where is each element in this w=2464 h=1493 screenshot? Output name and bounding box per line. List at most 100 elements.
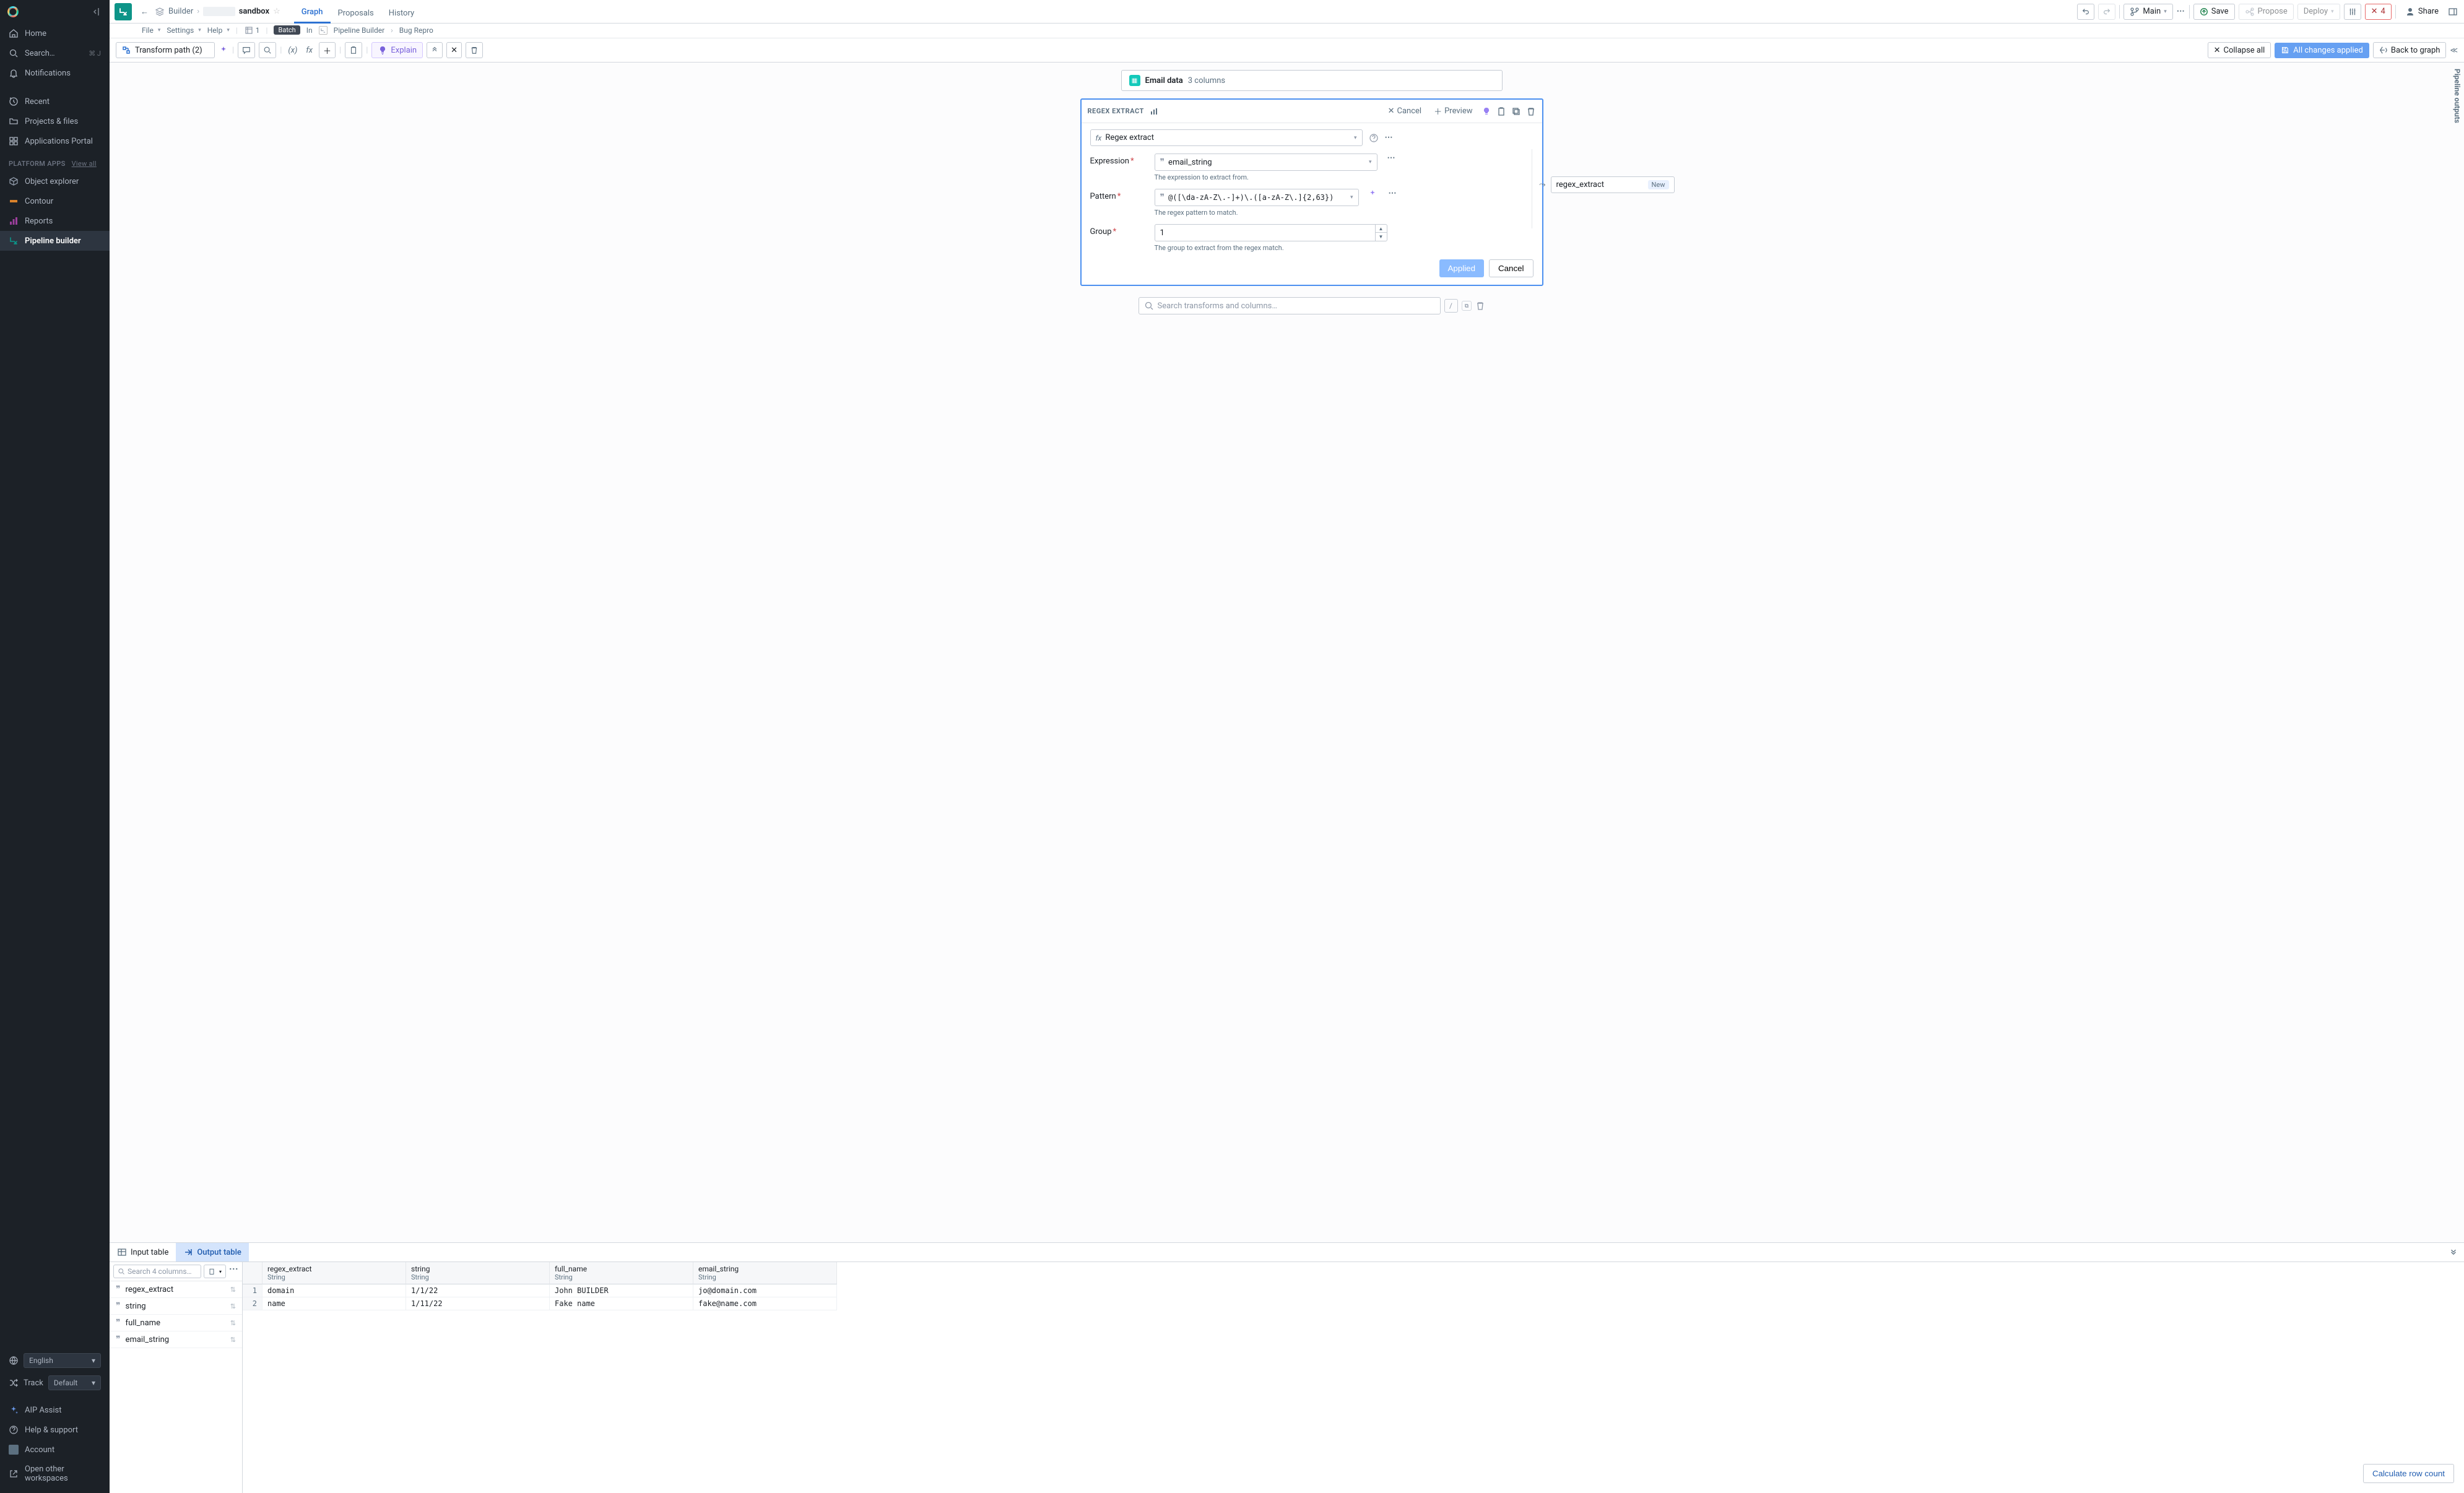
- save-button[interactable]: Save: [2193, 4, 2235, 20]
- paste-cols-button[interactable]: ▾: [204, 1265, 226, 1278]
- col-item[interactable]: ❞regex_extract⇅: [110, 1281, 242, 1298]
- explain-button[interactable]: Explain: [371, 42, 423, 58]
- clipboard-icon[interactable]: [1496, 106, 1506, 116]
- delete-icon[interactable]: [1475, 301, 1485, 311]
- cell[interactable]: John BUILDER: [550, 1284, 693, 1297]
- add-sparkle-icon[interactable]: [219, 45, 228, 55]
- share-button[interactable]: Share: [2400, 4, 2444, 20]
- track-select[interactable]: Default▾: [48, 1375, 101, 1390]
- columns-search-input[interactable]: Search 4 columns…: [113, 1265, 201, 1278]
- sparkle-add-icon[interactable]: [1369, 189, 1379, 199]
- collapse-all-button[interactable]: ✕ Collapse all: [2208, 42, 2271, 58]
- delete-toolbar-button[interactable]: [466, 42, 483, 58]
- sort-icon[interactable]: ⇅: [230, 1319, 236, 1327]
- sidebar-item-contour[interactable]: Contour: [0, 191, 110, 211]
- menu-file[interactable]: File: [142, 26, 160, 35]
- trash-icon[interactable]: [1526, 106, 1536, 116]
- fx-more-icon[interactable]: ⋯: [1385, 133, 1394, 142]
- sidebar-item-object-explorer[interactable]: Object explorer: [0, 171, 110, 191]
- stepper-up[interactable]: ▲: [1376, 225, 1387, 233]
- close-path-button[interactable]: ✕: [446, 42, 462, 58]
- tab-proposals[interactable]: Proposals: [331, 2, 381, 23]
- breadcrumb-sandbox[interactable]: sandbox: [239, 7, 269, 16]
- view-all-link[interactable]: View all: [72, 160, 97, 168]
- cell[interactable]: domain: [262, 1284, 406, 1297]
- data-grid[interactable]: regex_extractString stringString full_na…: [243, 1262, 2464, 1493]
- branch-select[interactable]: Main▾: [2123, 4, 2172, 20]
- frame-indicator[interactable]: 1: [244, 25, 260, 35]
- add-button[interactable]: ＋: [319, 42, 336, 58]
- search-toolbar-button[interactable]: [259, 42, 276, 58]
- col-header[interactable]: stringString: [406, 1262, 550, 1284]
- cell[interactable]: 1/1/22: [406, 1284, 550, 1297]
- output-name-input[interactable]: regex_extract New: [1551, 176, 1675, 193]
- sidebar-item-help[interactable]: Help & support: [0, 1420, 110, 1440]
- menu-settings[interactable]: Settings: [167, 26, 201, 35]
- breadcrumb-builder[interactable]: Builder: [168, 7, 193, 16]
- email-data-node[interactable]: ▦ Email data 3 columns: [1121, 70, 1503, 91]
- sidebar-item-aip[interactable]: AIP Assist: [0, 1400, 110, 1420]
- collapse-panel-icon[interactable]: [2443, 1243, 2464, 1261]
- input-table-tab[interactable]: Input table: [110, 1243, 176, 1261]
- nav-back-icon[interactable]: ←: [138, 6, 151, 18]
- col-item[interactable]: ❞string⇅: [110, 1298, 242, 1315]
- pipeline-outputs-toggle[interactable]: Pipeline outputs: [2453, 69, 2462, 123]
- tab-graph[interactable]: Graph: [294, 1, 331, 24]
- sort-icon[interactable]: ⇅: [230, 1336, 236, 1344]
- sidebar-item-search[interactable]: Search… ⌘ J: [0, 43, 110, 63]
- cell[interactable]: jo@domain.com: [693, 1284, 837, 1297]
- errors-button[interactable]: ✕ 4: [2365, 4, 2392, 20]
- undo-button[interactable]: [2077, 4, 2094, 20]
- language-select[interactable]: English▾: [24, 1353, 101, 1368]
- propose-button[interactable]: Propose: [2239, 4, 2294, 20]
- help-circle-icon[interactable]: [1369, 133, 1379, 143]
- sidebar-item-notifications[interactable]: Notifications: [0, 63, 110, 83]
- node-cancel-button[interactable]: ✕ Cancel: [1384, 105, 1425, 118]
- sidebar-item-pipeline-builder[interactable]: Pipeline builder: [0, 231, 110, 251]
- sidebar-collapse-icon[interactable]: [92, 7, 102, 17]
- expand-up-button[interactable]: [427, 42, 443, 58]
- bulb-icon[interactable]: [1481, 106, 1491, 116]
- fx-button[interactable]: fx: [303, 46, 315, 55]
- sidebar-item-account[interactable]: Account: [0, 1440, 110, 1460]
- sidebar-item-open-other[interactable]: Open other workspaces: [0, 1460, 110, 1488]
- cell[interactable]: fake@name.com: [693, 1297, 837, 1310]
- panel-right-icon[interactable]: [2448, 7, 2458, 17]
- settings-toggle-button[interactable]: [2344, 4, 2361, 20]
- stepper-down[interactable]: ▼: [1376, 233, 1387, 241]
- col-item[interactable]: ❞full_name⇅: [110, 1315, 242, 1331]
- variable-button[interactable]: (x): [285, 46, 300, 55]
- pattern-input[interactable]: ❞ @([\da-zA-Z\.-]+)\.([a-zA-Z\.]{2,63}) …: [1155, 189, 1359, 206]
- pattern-more-icon[interactable]: ⋯: [1389, 189, 1397, 198]
- group-input[interactable]: 1: [1155, 224, 1376, 241]
- branch-more-icon[interactable]: ⋯: [2177, 7, 2185, 16]
- node-preview-button[interactable]: ＋ Preview: [1430, 103, 1476, 119]
- col-header[interactable]: regex_extractString: [262, 1262, 406, 1284]
- star-icon[interactable]: ☆: [273, 7, 280, 16]
- redo-button[interactable]: [2098, 4, 2115, 20]
- function-select[interactable]: fx Regex extract ▾: [1090, 129, 1363, 146]
- search-transforms-input[interactable]: Search transforms and columns…: [1139, 297, 1441, 314]
- canvas[interactable]: Pipeline outputs ▦ Email data 3 columns …: [110, 63, 2464, 1242]
- collapse-right-icon[interactable]: ≪: [2450, 46, 2458, 54]
- sidebar-item-recent[interactable]: Recent: [0, 92, 110, 111]
- sidebar-item-portal[interactable]: Applications Portal: [0, 131, 110, 151]
- col-item[interactable]: ❞email_string⇅: [110, 1331, 242, 1348]
- batch-badge[interactable]: Batch: [274, 25, 300, 35]
- sidebar-item-home[interactable]: Home: [0, 24, 110, 43]
- sort-icon[interactable]: ⇅: [230, 1302, 236, 1310]
- output-table-tab[interactable]: Output table: [176, 1243, 249, 1261]
- sidebar-item-projects[interactable]: Projects & files: [0, 111, 110, 131]
- back-to-graph-button[interactable]: Back to graph: [2373, 42, 2447, 58]
- copy-icon[interactable]: [1511, 106, 1521, 116]
- transform-path-select[interactable]: Transform path (2): [116, 42, 215, 58]
- cell[interactable]: 1/11/22: [406, 1297, 550, 1310]
- deploy-button[interactable]: Deploy▾: [2297, 4, 2340, 20]
- crumb-pipeline-builder[interactable]: Pipeline Builder: [334, 26, 385, 35]
- calculate-row-count-button[interactable]: Calculate row count: [2363, 1464, 2454, 1483]
- clipboard-button[interactable]: [345, 42, 362, 58]
- cell[interactable]: Fake name: [550, 1297, 693, 1310]
- cols-more-icon[interactable]: ⋮: [228, 1265, 238, 1278]
- bar-chart-icon[interactable]: [1149, 106, 1159, 116]
- sort-icon[interactable]: ⇅: [230, 1286, 236, 1294]
